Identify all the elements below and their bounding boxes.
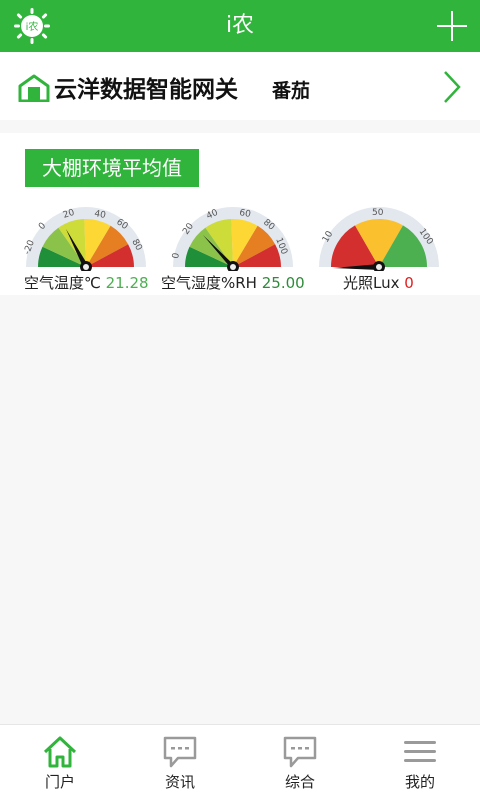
humidity-gauge: 0 20 40 60 80 100 bbox=[171, 207, 293, 271]
top-app-bar: i农 i农 bbox=[0, 0, 480, 52]
temperature-tick-label: 40 bbox=[93, 209, 106, 221]
temperature-label: 空气温度℃ bbox=[24, 274, 101, 292]
temperature-gauge: -20 0 20 40 60 80 bbox=[22, 207, 146, 271]
greenhouse-icon bbox=[18, 74, 50, 102]
temperature-value: 21.28 bbox=[105, 274, 149, 292]
gateway-name: 云洋数据智能网关 bbox=[54, 77, 238, 103]
humidity-label: 空气湿度%RH bbox=[161, 274, 257, 292]
humidity-tick-label: 60 bbox=[238, 208, 251, 220]
add-icon[interactable] bbox=[436, 10, 468, 42]
nav-item-general[interactable]: 综合 bbox=[240, 725, 360, 801]
nav-label-general: 综合 bbox=[284, 773, 315, 791]
nav-item-news[interactable]: 资讯 bbox=[120, 725, 240, 801]
light-gauge: 10 50 100 bbox=[319, 207, 439, 271]
chat-icon bbox=[283, 736, 317, 768]
gateway-selector[interactable]: 云洋数据智能网关 番茄 bbox=[0, 52, 480, 120]
temperature-gauge-label: 空气温度℃ 21.28 bbox=[24, 272, 149, 293]
light-value: 0 bbox=[404, 274, 414, 292]
chat-icon bbox=[163, 736, 197, 768]
home-icon bbox=[43, 736, 77, 768]
humidity-gauge-label: 空气湿度%RH 25.00 bbox=[161, 272, 305, 293]
environment-title: 大棚环境平均值 bbox=[25, 149, 199, 187]
app-title: i农 bbox=[225, 13, 255, 38]
nav-label-mine: 我的 bbox=[404, 773, 435, 791]
environment-panel: 大棚环境平均值 -20 0 20 40 60 80 空气温度℃ 21.28 0 … bbox=[0, 133, 480, 295]
light-label: 光照Lux bbox=[343, 274, 400, 292]
nav-label-portal: 门户 bbox=[44, 773, 75, 791]
chevron-right-icon[interactable] bbox=[442, 70, 462, 104]
nav-item-mine[interactable]: 我的 bbox=[360, 725, 480, 801]
nav-item-portal[interactable]: 门户 bbox=[0, 725, 120, 801]
light-gauge-label: 光照Lux 0 bbox=[343, 272, 414, 293]
light-tick-label: 50 bbox=[372, 208, 384, 218]
menu-icon bbox=[404, 741, 436, 762]
nav-label-news: 资讯 bbox=[164, 773, 195, 791]
gateway-crop: 番茄 bbox=[272, 80, 311, 102]
humidity-value: 25.00 bbox=[261, 274, 305, 292]
bottom-navigation: 门户 资讯 综合 我的 bbox=[0, 724, 480, 801]
